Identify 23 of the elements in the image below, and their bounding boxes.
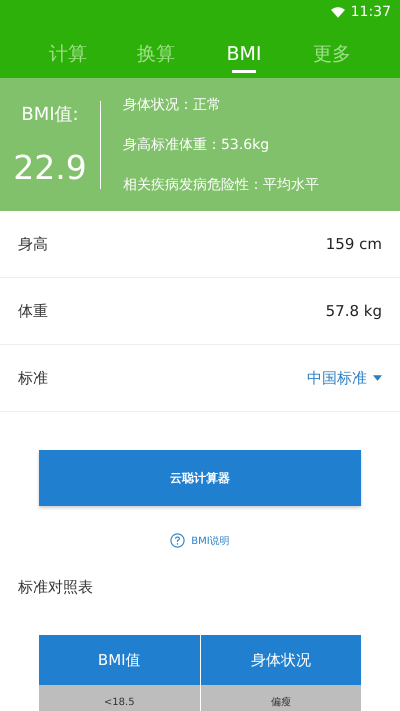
tab[interactable]: BMI — [200, 30, 288, 78]
input-field[interactable]: 57.8 kg — [326, 302, 382, 320]
result-detail: 身高标准体重：53.6kg — [123, 136, 270, 154]
table-cell: 偏瘦 — [200, 685, 361, 711]
caret-icon — [373, 375, 382, 381]
field-label: 身高 — [18, 234, 48, 254]
wifi-icon — [330, 6, 345, 18]
column-header: 身体状况 — [200, 635, 361, 685]
bmi-value: 22.9 — [13, 148, 87, 187]
result-detail: 相关疾病发病危险性：平均水平 — [123, 176, 319, 194]
status-time: 11:37 — [350, 4, 391, 20]
result-detail: 身体状况：正常 — [123, 96, 222, 114]
section-title: 标准对照表 — [17, 577, 94, 598]
standard-dropdown[interactable]: 中国标准 — [307, 368, 382, 388]
help-icon — [170, 533, 186, 548]
bmi-label: BMI值: — [21, 103, 79, 126]
field-label: 体重 — [18, 302, 48, 320]
field-label: 标准 — [18, 368, 48, 388]
table-cell: <18.5 — [39, 685, 200, 711]
help-link[interactable]: BMI说明 — [170, 533, 230, 548]
input-field[interactable]: 159 cm — [326, 235, 382, 253]
column-header: BMI值 — [39, 635, 200, 685]
calculator-button[interactable]: 云聪计算器 — [39, 450, 361, 506]
